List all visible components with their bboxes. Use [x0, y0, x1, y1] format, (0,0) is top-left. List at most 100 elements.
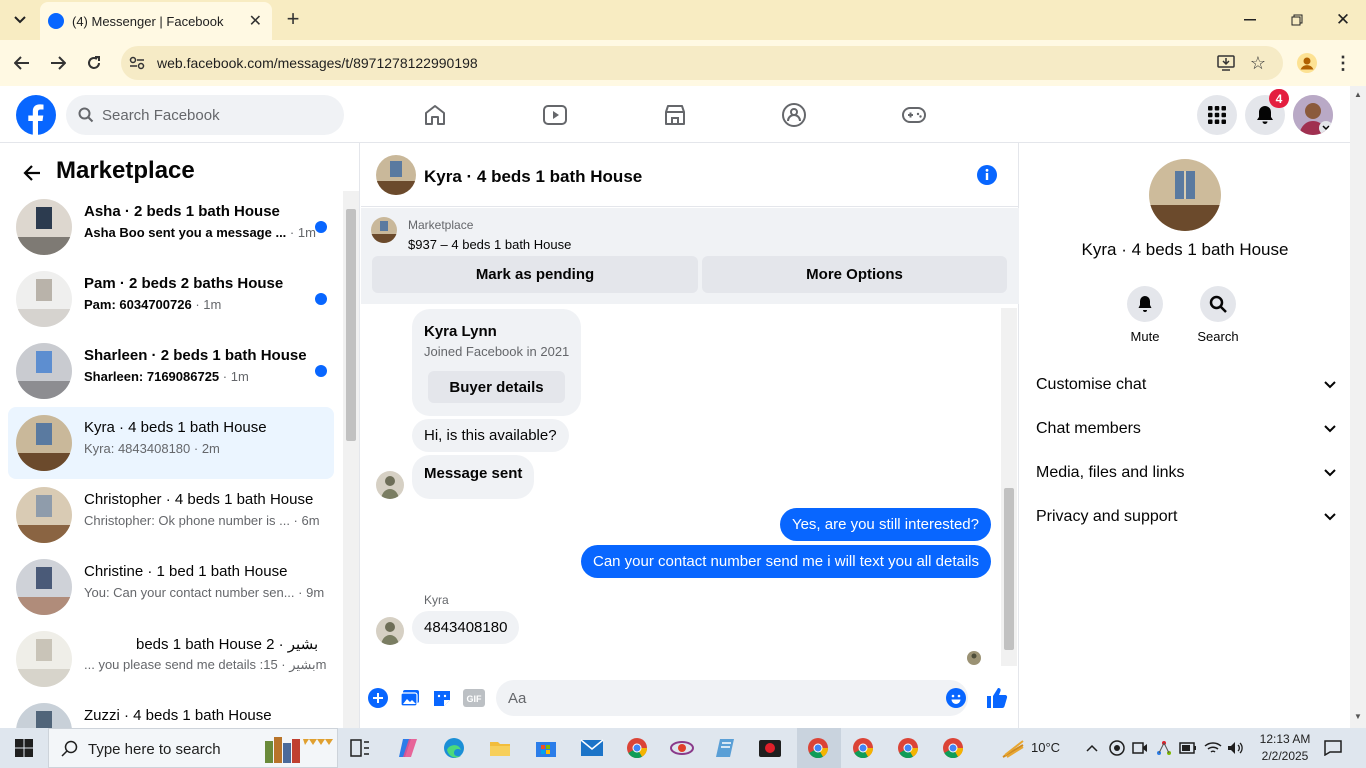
forward-icon[interactable]: [46, 51, 70, 75]
chrome-window-icon[interactable]: [896, 736, 920, 760]
facebook-search[interactable]: Search Facebook: [66, 95, 344, 135]
gif-icon[interactable]: GIF: [462, 687, 486, 709]
photo-icon[interactable]: [399, 687, 421, 709]
weather-icon[interactable]: [1000, 736, 1026, 760]
nav-marketplace-icon[interactable]: [619, 86, 731, 143]
chrome-window-icon[interactable]: [806, 736, 830, 760]
chat-scrollbar[interactable]: [1001, 308, 1017, 666]
chat-members-section[interactable]: Chat members: [1036, 409, 1336, 449]
edge-icon[interactable]: [442, 736, 466, 760]
battery-tray-icon[interactable]: [1178, 738, 1198, 758]
search-conversation-icon[interactable]: [1200, 286, 1236, 322]
listing-thumbnail[interactable]: [371, 217, 397, 243]
minimize-icon[interactable]: [1238, 8, 1262, 32]
reload-icon[interactable]: [82, 51, 106, 75]
task-view-icon[interactable]: [348, 736, 372, 760]
message-input[interactable]: Aa: [496, 680, 968, 716]
file-explorer-icon[interactable]: [488, 736, 512, 760]
page-scroll-up-icon[interactable]: ▲: [1354, 90, 1362, 99]
chrome-window-icon[interactable]: [941, 736, 965, 760]
new-tab-icon[interactable]: +: [282, 6, 304, 31]
media-files-links-section[interactable]: Media, files and links: [1036, 453, 1336, 493]
chat-title[interactable]: Kyra · 4 beds 1 bath House: [424, 167, 642, 187]
weather-temp[interactable]: 10°C: [1031, 740, 1060, 755]
nav-video-icon[interactable]: [499, 86, 611, 143]
mail-icon[interactable]: [580, 736, 604, 760]
sticker-icon[interactable]: [431, 687, 453, 709]
record-tray-icon[interactable]: [1107, 738, 1127, 758]
facebook-logo-icon[interactable]: [16, 95, 56, 135]
satellite-app-icon[interactable]: [670, 736, 694, 760]
conversation-info-icon[interactable]: [975, 163, 999, 187]
conversation-item[interactable]: Sharleen · 2 beds 1 bath House Sharleen: …: [8, 335, 334, 407]
camera-tray-icon[interactable]: [1130, 738, 1150, 758]
clock-time[interactable]: 12:13 AM: [1253, 732, 1317, 746]
microsoft-store-icon[interactable]: [534, 736, 558, 760]
listing-price-title[interactable]: $937 – 4 beds 1 bath House: [408, 237, 571, 252]
conversation-item[interactable]: Christine · 1 bed 1 bath House You: Can y…: [8, 551, 334, 623]
address-bar[interactable]: web.facebook.com/messages/t/897127812299…: [121, 46, 1283, 80]
page-scrollbar[interactable]: ▲ ▼: [1350, 86, 1366, 728]
network-share-tray-icon[interactable]: [1154, 738, 1174, 758]
bookmark-star-icon[interactable]: ☆: [1246, 51, 1270, 75]
left-scrollbar[interactable]: [343, 191, 359, 728]
info-avatar[interactable]: [1149, 159, 1221, 231]
privacy-support-section[interactable]: Privacy and support: [1036, 497, 1336, 537]
conversation-item[interactable]: Christopher · 4 beds 1 bath House Christo…: [8, 479, 334, 551]
buyer-details-button[interactable]: Buyer details: [428, 371, 565, 403]
chat-avatar[interactable]: [376, 155, 416, 195]
chrome-window-icon[interactable]: [851, 736, 875, 760]
back-arrow-icon[interactable]: [18, 159, 46, 187]
chat-scrollbar-thumb[interactable]: [1004, 488, 1014, 650]
conversation-item[interactable]: Zuzzi · 4 beds 1 bath House: [8, 695, 334, 728]
wifi-tray-icon[interactable]: [1203, 738, 1223, 758]
mute-bell-icon[interactable]: [1127, 286, 1163, 322]
my-message-bubble[interactable]: Can your contact number send me i will t…: [580, 545, 991, 578]
clock-date[interactable]: 2/2/2025: [1253, 749, 1317, 763]
back-icon[interactable]: [10, 51, 34, 75]
notes-app-icon[interactable]: [714, 736, 738, 760]
account-avatar[interactable]: [1293, 95, 1333, 135]
menu-grid-icon[interactable]: [1197, 95, 1237, 135]
emoji-icon[interactable]: [945, 687, 967, 709]
more-options-button[interactable]: More Options: [702, 256, 1007, 293]
url-text[interactable]: web.facebook.com/messages/t/897127812299…: [157, 55, 478, 71]
browser-tab[interactable]: (4) Messenger | Facebook ✕: [40, 2, 272, 40]
left-scrollbar-thumb[interactable]: [346, 209, 356, 441]
volume-tray-icon[interactable]: [1226, 738, 1246, 758]
customise-chat-section[interactable]: Customise chat: [1036, 365, 1336, 405]
mark-pending-button[interactable]: Mark as pending: [372, 256, 698, 293]
site-settings-icon[interactable]: [125, 51, 149, 75]
chrome-icon[interactable]: [625, 736, 649, 760]
conversation-item[interactable]: Pam · 2 beds 2 baths House Pam: 603470072…: [8, 263, 334, 335]
like-thumbs-up-icon[interactable]: [984, 685, 1010, 711]
profile-icon[interactable]: [1295, 51, 1319, 75]
message-bubble[interactable]: 4843408180: [412, 611, 520, 644]
install-app-icon[interactable]: [1214, 51, 1238, 75]
windows-start-icon[interactable]: [12, 736, 36, 760]
notification-center-icon[interactable]: [1322, 737, 1344, 759]
sender-avatar[interactable]: [376, 471, 404, 499]
message-bubble[interactable]: Hi, is this available?: [412, 419, 569, 452]
chrome-menu-icon[interactable]: ⋮: [1331, 51, 1355, 75]
nav-gaming-icon[interactable]: [858, 86, 970, 143]
page-scroll-down-icon[interactable]: ▼: [1354, 712, 1362, 721]
message-sent-bubble[interactable]: Message sent: [412, 455, 535, 499]
restore-icon[interactable]: [1285, 8, 1309, 32]
copilot-icon[interactable]: [396, 736, 420, 760]
conversation-item[interactable]: beds 1 bath House 2 · بشير ... you please…: [8, 623, 334, 695]
tab-close-icon[interactable]: ✕: [249, 11, 262, 31]
show-hidden-icons-chevron-icon[interactable]: [1083, 738, 1101, 758]
close-window-icon[interactable]: ✕: [1331, 8, 1355, 32]
nav-groups-icon[interactable]: [738, 86, 850, 143]
taskbar-search[interactable]: Type here to search: [48, 728, 338, 768]
notifications-bell-icon[interactable]: 4: [1245, 89, 1289, 135]
conversation-item[interactable]: Kyra · 4 beds 1 bath House Kyra: 48434081…: [8, 407, 334, 479]
sender-avatar[interactable]: [376, 617, 404, 645]
conversation-item[interactable]: Asha · 2 beds 1 bath House Asha Boo sent …: [8, 191, 334, 263]
nav-home-icon[interactable]: [379, 86, 491, 143]
recorder-app-icon[interactable]: [758, 736, 782, 760]
my-message-bubble[interactable]: Yes, are you still interested?: [779, 508, 991, 541]
tab-search-chevron-icon[interactable]: [8, 8, 32, 32]
add-plus-icon[interactable]: [367, 687, 389, 709]
